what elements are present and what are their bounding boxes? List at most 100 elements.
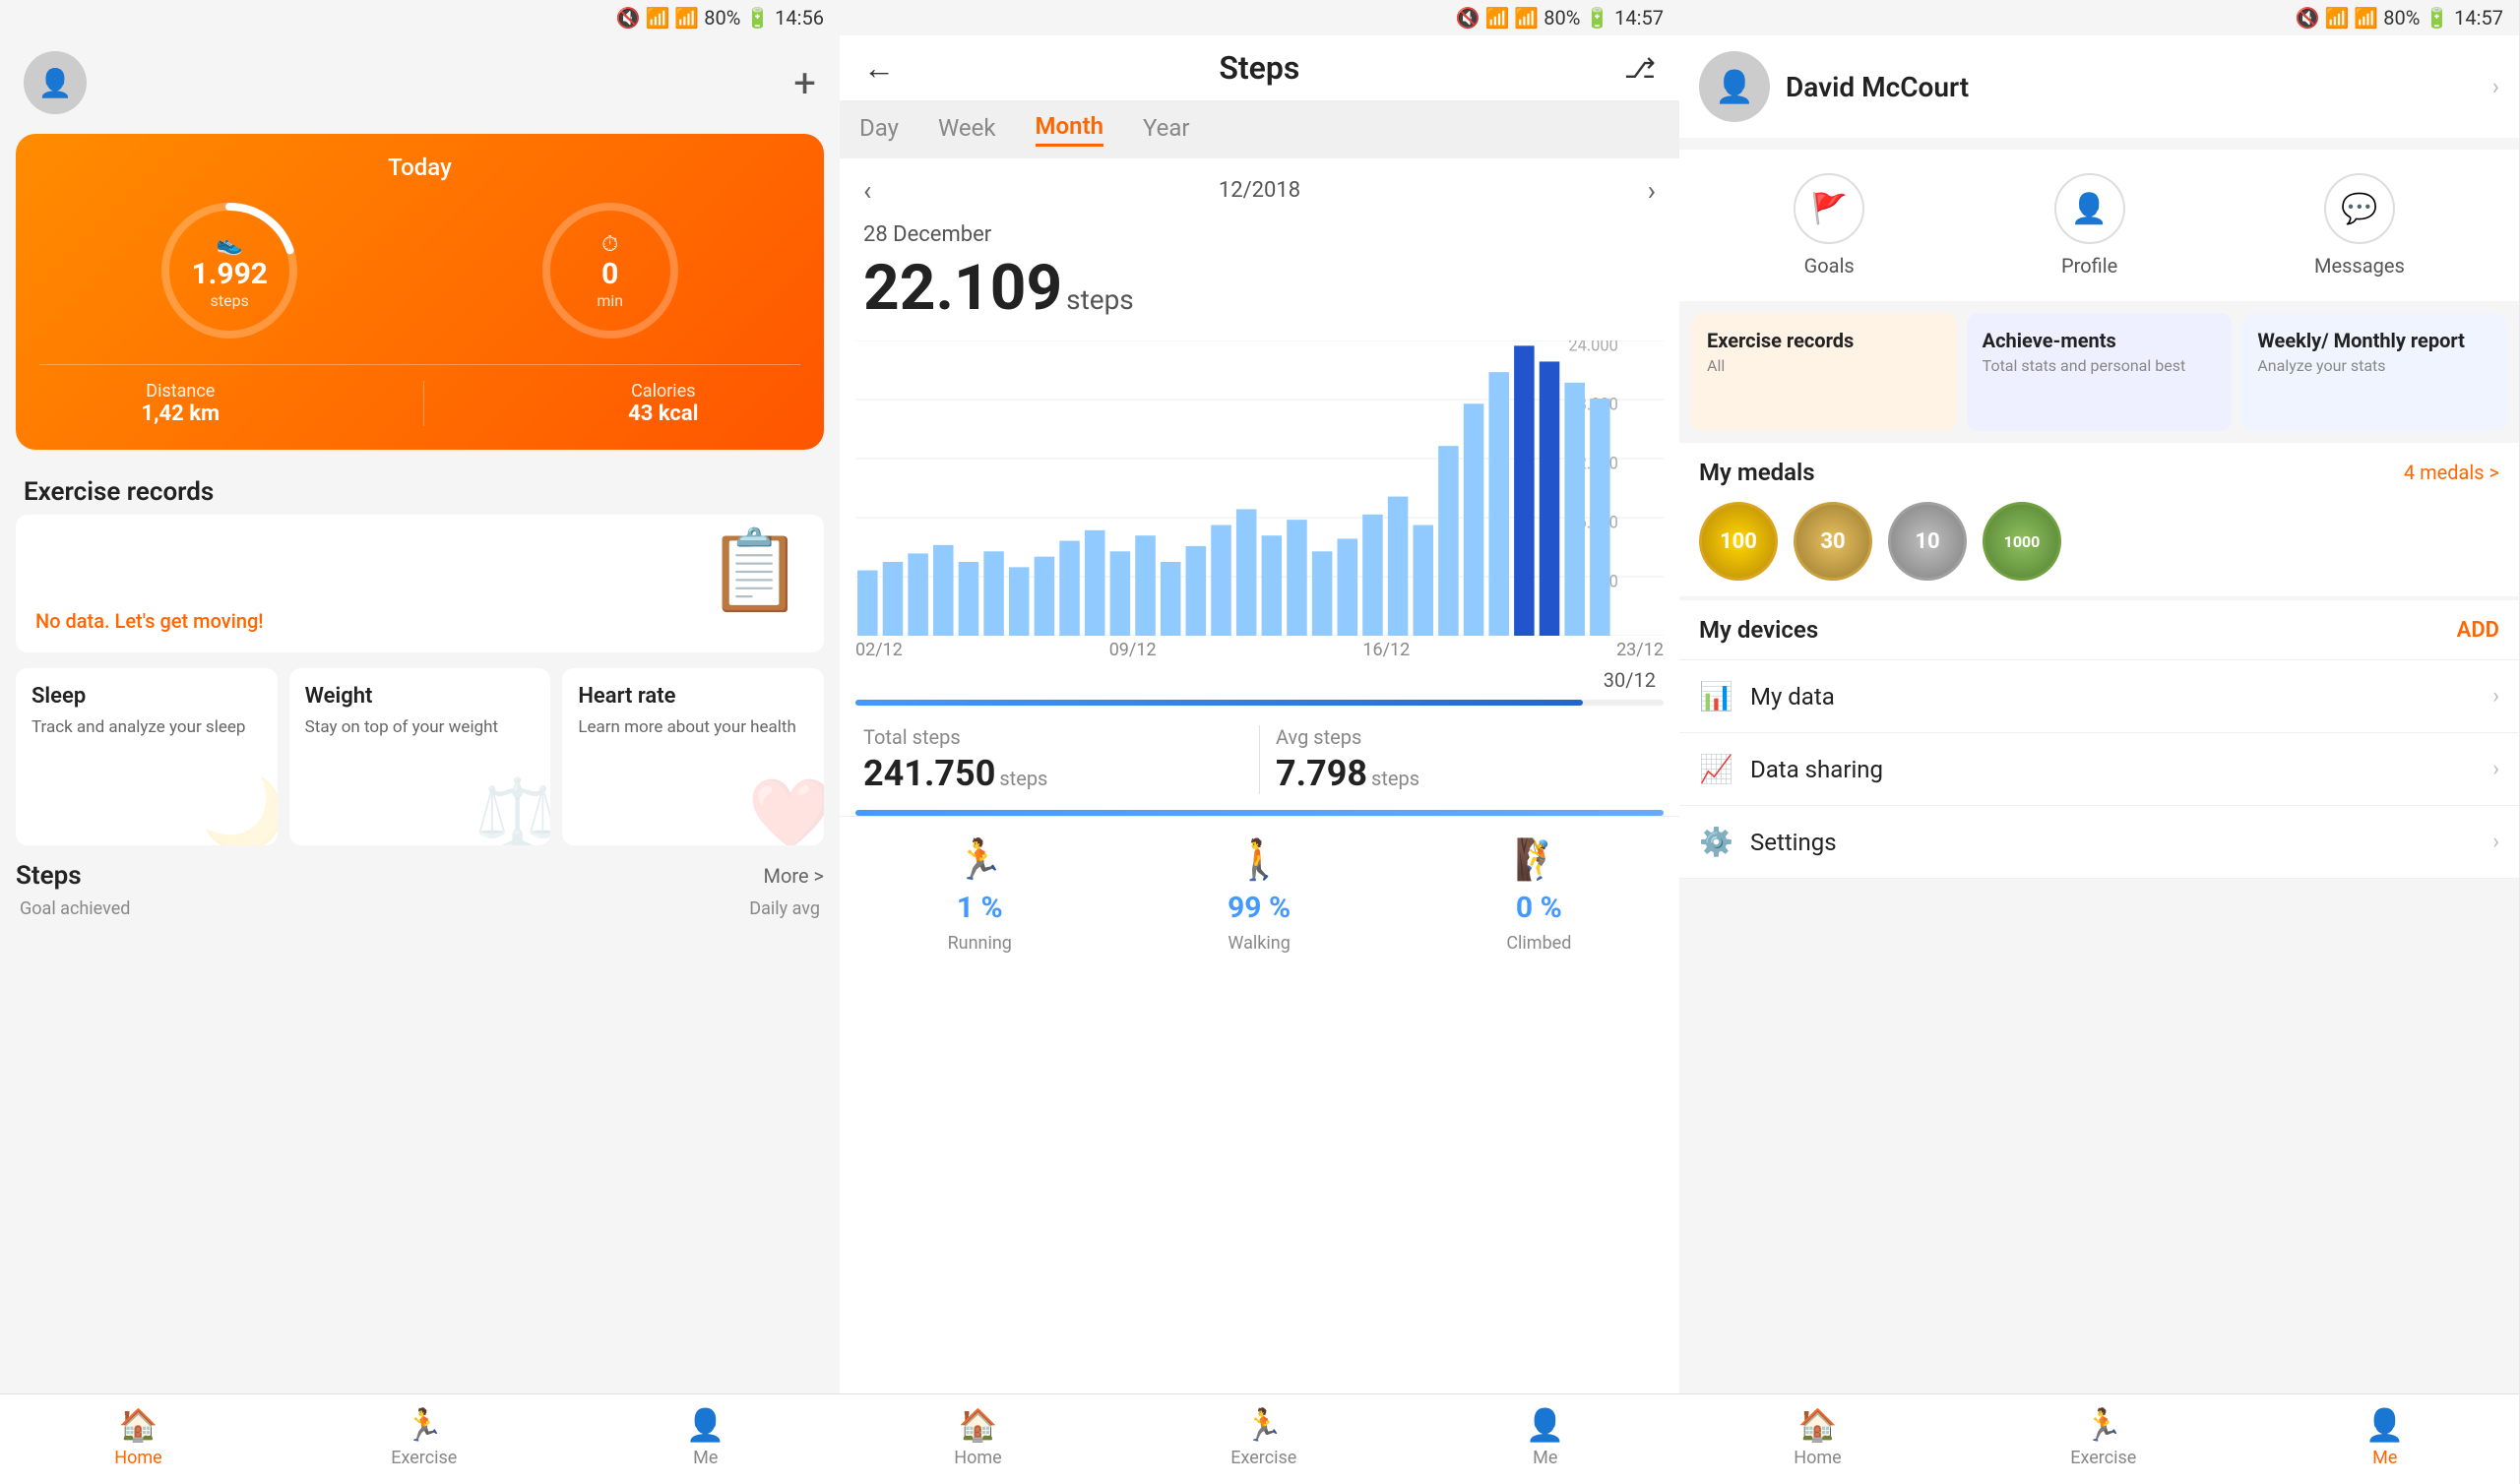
exercise-card[interactable]: Exercise records All xyxy=(1691,313,1957,431)
steps-chart: 24.000 18.000 12.000 6.000 0 xyxy=(840,340,1679,636)
sleep-desc: Track and analyze your sleep xyxy=(32,716,262,740)
steps-count-value: 22.109 xyxy=(863,251,1062,325)
status-icons-right: 🔇 📶 📶 80% 🔋 14:57 xyxy=(2296,6,2503,30)
prev-date-button[interactable]: ‹ xyxy=(863,174,871,207)
svg-text:0: 0 xyxy=(1609,572,1618,591)
nav-me-left[interactable]: 👤 Me xyxy=(686,1406,725,1468)
goals-icon: 🚩 xyxy=(1794,173,1864,244)
avg-steps-col: Avg steps 7.798 steps xyxy=(1276,725,1656,794)
achieve-card-sub: Total stats and personal best xyxy=(1983,356,2217,375)
timer-value-group: ⏱ 0 min xyxy=(597,232,623,310)
next-date-button[interactable]: › xyxy=(1648,174,1656,207)
medal-1: 100 xyxy=(1699,502,1778,581)
my-data-item[interactable]: 📊 My data › xyxy=(1679,660,2519,733)
more-link[interactable]: More > xyxy=(764,864,824,888)
steps-count-row: 22.109 steps xyxy=(863,251,1656,325)
walking-label: Walking xyxy=(1228,933,1290,954)
back-button[interactable]: ← xyxy=(863,49,895,87)
weight-tile[interactable]: Weight Stay on top of your weight ⚖️ xyxy=(289,668,551,845)
weekly-card-sub: Analyze your stats xyxy=(2257,356,2491,375)
heart-title: Heart rate xyxy=(578,684,808,709)
messages-item[interactable]: 💬 Messages xyxy=(2314,173,2405,278)
weekly-card[interactable]: Weekly/ Monthly report Analyze your stat… xyxy=(2241,313,2507,431)
tab-week[interactable]: Week xyxy=(938,114,996,146)
climbed-col: 🧗 0 % Climbed xyxy=(1506,836,1571,954)
nav-home-right[interactable]: 🏠 Home xyxy=(1794,1406,1841,1468)
nav-exercise-right[interactable]: 🏃 Exercise xyxy=(2070,1406,2136,1468)
nav-me-right[interactable]: 👤 Me xyxy=(2365,1406,2405,1468)
settings-chevron: › xyxy=(2492,830,2499,854)
profile-item[interactable]: 👤 Profile xyxy=(2054,173,2125,278)
avg-value: 7.798 xyxy=(1276,753,1367,794)
tab-day[interactable]: Day xyxy=(859,114,899,146)
exercise-icon-left: 🏃 xyxy=(405,1406,444,1444)
weight-icon: ⚖️ xyxy=(474,774,550,845)
footer-divider xyxy=(423,381,424,426)
activities-row: 🏃 1 % Running 🚶 99 % Walking 🧗 0 % Climb… xyxy=(840,816,1679,969)
tab-year[interactable]: Year xyxy=(1143,114,1190,146)
share-button[interactable]: ⎇ xyxy=(1624,52,1656,85)
data-sharing-item[interactable]: 📈 Data sharing › xyxy=(1679,733,2519,806)
weight-desc: Stay on top of your weight xyxy=(305,716,536,740)
medals-header: My medals 4 medals > xyxy=(1699,459,2499,486)
steps-ring: 👟 1.992 steps xyxy=(156,197,303,344)
total-label: Total steps xyxy=(863,725,1243,749)
total-value: 241.750 xyxy=(863,753,995,794)
status-icons-mid: 🔇 📶 📶 80% 🔋 14:57 xyxy=(1456,6,1664,30)
today-footer: Distance 1,42 km Calories 43 kcal xyxy=(39,364,800,426)
profile-label: Profile xyxy=(2061,254,2117,278)
exercise-records-card[interactable]: 📋 No data. Let's get moving! xyxy=(16,515,824,652)
home-label-mid: Home xyxy=(954,1448,1001,1468)
sleep-tile[interactable]: Sleep Track and analyze your sleep 🌙 xyxy=(16,668,278,845)
climbed-pct: 0 % xyxy=(1516,891,1562,925)
calories-value: 43 kcal xyxy=(628,402,698,426)
me-icon-left: 👤 xyxy=(686,1406,725,1444)
add-device-button[interactable]: ADD xyxy=(2457,618,2499,643)
settings-label: Settings xyxy=(1750,829,2492,856)
medals-count[interactable]: 4 medals > xyxy=(2404,461,2499,484)
exercise-bg-icon: 📋 xyxy=(706,525,804,617)
nav-me-mid[interactable]: 👤 Me xyxy=(1526,1406,1565,1468)
nav-home-mid[interactable]: 🏠 Home xyxy=(954,1406,1001,1468)
add-button[interactable]: + xyxy=(793,60,816,106)
data-sharing-chevron: › xyxy=(2492,757,2499,781)
tab-month[interactable]: Month xyxy=(1036,112,1103,147)
climbed-icon: 🧗 xyxy=(1514,836,1563,883)
bottom-nav-left: 🏠 Home 🏃 Exercise 👤 Me xyxy=(0,1393,840,1484)
nav-exercise-mid[interactable]: 🏃 Exercise xyxy=(1230,1406,1296,1468)
steps-header-bar: ← Steps ⎇ xyxy=(840,35,1679,100)
avatar-left[interactable]: 👤 xyxy=(24,51,87,114)
profile-icon: 👤 xyxy=(2054,173,2125,244)
goals-item[interactable]: 🚩 Goals xyxy=(1794,173,1864,278)
calories-metric: Calories 43 kcal xyxy=(628,381,698,426)
status-bar-left: 🔇 📶 📶 80% 🔋 14:56 xyxy=(0,0,840,35)
distance-value: 1,42 km xyxy=(142,402,220,426)
steps-page-title: Steps xyxy=(1219,49,1299,87)
exercise-label-left: Exercise xyxy=(391,1448,457,1468)
medal-2: 30 xyxy=(1794,502,1872,581)
heart-tile[interactable]: Heart rate Learn more about your health … xyxy=(562,668,824,845)
today-label: Today xyxy=(39,154,800,181)
timer-unit: min xyxy=(597,291,623,310)
timer-ring: ⏱ 0 min xyxy=(536,197,684,344)
exercise-label-mid: Exercise xyxy=(1230,1448,1296,1468)
nav-home-left[interactable]: 🏠 Home xyxy=(114,1406,161,1468)
me-panel: 🔇 📶 📶 80% 🔋 14:57 👤 David McCourt › 🚩 Go… xyxy=(1679,0,2519,1484)
profile-header[interactable]: 👤 David McCourt › xyxy=(1679,35,2519,138)
nav-exercise-left[interactable]: 🏃 Exercise xyxy=(391,1406,457,1468)
settings-item[interactable]: ⚙️ Settings › xyxy=(1679,806,2519,879)
me-label-left: Me xyxy=(693,1448,718,1468)
devices-section: My devices ADD xyxy=(1679,600,2519,660)
goal-achieved-label: Goal achieved xyxy=(20,898,130,919)
home-label-right: Home xyxy=(1794,1448,1841,1468)
running-col: 🏃 1 % Running xyxy=(948,836,1012,954)
achievements-card[interactable]: Achieve-ments Total stats and personal b… xyxy=(1967,313,2233,431)
status-bar-right: 🔇 📶 📶 80% 🔋 14:57 xyxy=(1679,0,2519,35)
me-label-right: Me xyxy=(2372,1448,2397,1468)
selected-date: 28 December xyxy=(863,222,1656,247)
selected-x-label: 30/12 xyxy=(840,660,1679,696)
summary-row: Total steps 241.750 steps Avg steps 7.79… xyxy=(840,710,1679,810)
data-sharing-icon: 📈 xyxy=(1699,753,1734,785)
heart-icon: ❤️ xyxy=(748,774,824,845)
total-steps-col: Total steps 241.750 steps xyxy=(863,725,1243,794)
